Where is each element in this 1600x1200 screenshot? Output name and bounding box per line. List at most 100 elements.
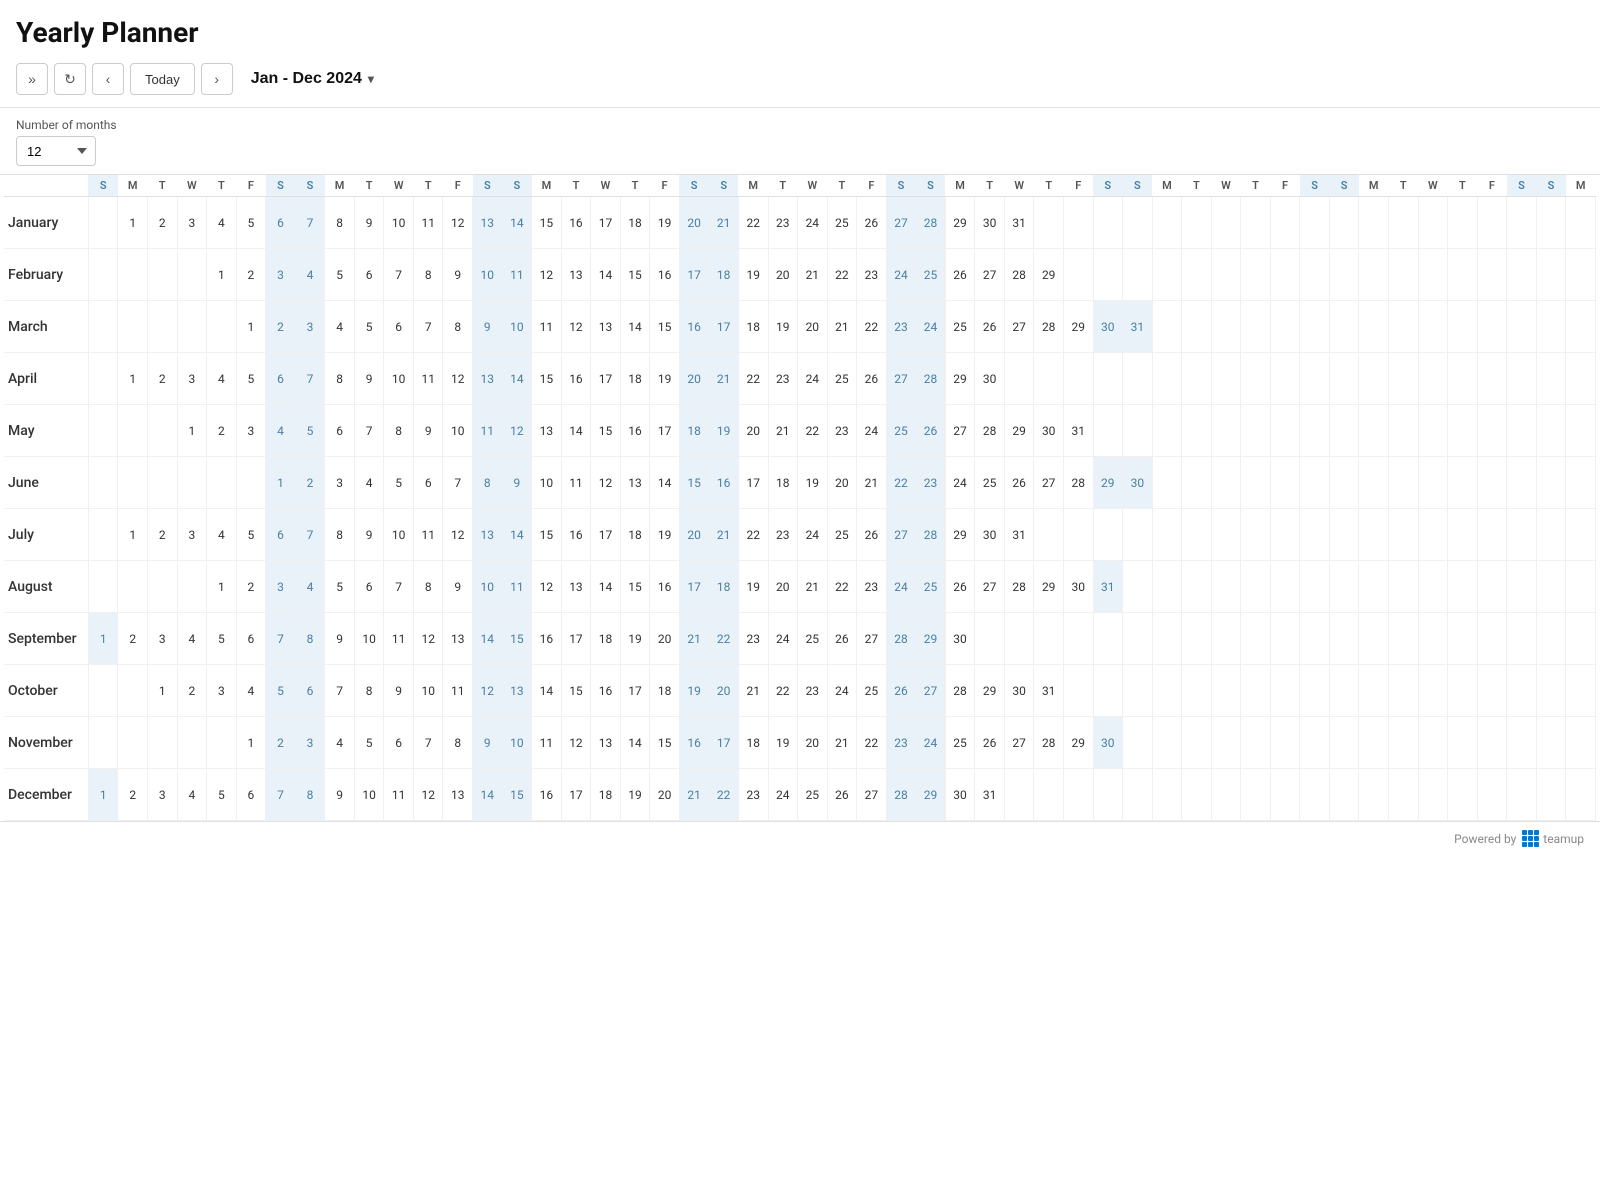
day-cell-july-22[interactable]: 22	[738, 509, 768, 561]
day-cell-april-20[interactable]: 20	[679, 353, 709, 405]
day-cell-july-19[interactable]: 19	[650, 509, 680, 561]
day-cell-january-13[interactable]: 13	[473, 197, 503, 249]
day-cell-march-28[interactable]: 28	[1034, 301, 1064, 353]
day-cell-january-14[interactable]: 14	[502, 197, 532, 249]
day-cell-october-21[interactable]: 21	[738, 665, 768, 717]
day-cell-july-27[interactable]: 27	[886, 509, 916, 561]
day-cell-july-12[interactable]: 12	[443, 509, 473, 561]
day-cell-april-2[interactable]: 2	[148, 353, 178, 405]
day-cell-may-6[interactable]: 6	[325, 405, 355, 457]
day-cell-august-7[interactable]: 7	[384, 561, 414, 613]
day-cell-july-20[interactable]: 20	[679, 509, 709, 561]
day-cell-october-22[interactable]: 22	[768, 665, 798, 717]
day-cell-august-15[interactable]: 15	[620, 561, 650, 613]
day-cell-march-5[interactable]: 5	[354, 301, 384, 353]
day-cell-november-11[interactable]: 11	[532, 717, 562, 769]
day-cell-july-26[interactable]: 26	[857, 509, 887, 561]
day-cell-august-9[interactable]: 9	[443, 561, 473, 613]
day-cell-november-3[interactable]: 3	[295, 717, 325, 769]
day-cell-february-6[interactable]: 6	[354, 249, 384, 301]
day-cell-november-27[interactable]: 27	[1004, 717, 1034, 769]
day-cell-july-11[interactable]: 11	[413, 509, 443, 561]
day-cell-february-9[interactable]: 9	[443, 249, 473, 301]
day-cell-april-5[interactable]: 5	[236, 353, 266, 405]
day-cell-december-14[interactable]: 14	[473, 769, 503, 821]
day-cell-june-30[interactable]: 30	[1123, 457, 1153, 509]
day-cell-february-8[interactable]: 8	[413, 249, 443, 301]
day-cell-november-14[interactable]: 14	[620, 717, 650, 769]
day-cell-february-26[interactable]: 26	[945, 249, 975, 301]
day-cell-august-20[interactable]: 20	[768, 561, 798, 613]
day-cell-march-9[interactable]: 9	[473, 301, 503, 353]
day-cell-may-9[interactable]: 9	[413, 405, 443, 457]
day-cell-july-15[interactable]: 15	[532, 509, 562, 561]
day-cell-september-3[interactable]: 3	[148, 613, 178, 665]
day-cell-november-5[interactable]: 5	[354, 717, 384, 769]
day-cell-september-11[interactable]: 11	[384, 613, 414, 665]
day-cell-september-25[interactable]: 25	[798, 613, 828, 665]
day-cell-january-25[interactable]: 25	[827, 197, 857, 249]
day-cell-august-3[interactable]: 3	[266, 561, 296, 613]
day-cell-november-24[interactable]: 24	[916, 717, 946, 769]
day-cell-february-4[interactable]: 4	[295, 249, 325, 301]
day-cell-october-14[interactable]: 14	[532, 665, 562, 717]
day-cell-october-17[interactable]: 17	[620, 665, 650, 717]
day-cell-december-16[interactable]: 16	[532, 769, 562, 821]
day-cell-august-29[interactable]: 29	[1034, 561, 1064, 613]
day-cell-may-14[interactable]: 14	[561, 405, 591, 457]
day-cell-august-30[interactable]: 30	[1063, 561, 1093, 613]
day-cell-february-7[interactable]: 7	[384, 249, 414, 301]
day-cell-december-31[interactable]: 31	[975, 769, 1005, 821]
day-cell-october-15[interactable]: 15	[561, 665, 591, 717]
day-cell-november-26[interactable]: 26	[975, 717, 1005, 769]
months-select[interactable]: 12 1 2 3 6	[16, 136, 96, 166]
day-cell-september-21[interactable]: 21	[679, 613, 709, 665]
day-cell-april-26[interactable]: 26	[857, 353, 887, 405]
day-cell-january-19[interactable]: 19	[650, 197, 680, 249]
day-cell-october-6[interactable]: 6	[295, 665, 325, 717]
day-cell-september-26[interactable]: 26	[827, 613, 857, 665]
day-cell-february-16[interactable]: 16	[650, 249, 680, 301]
day-cell-may-29[interactable]: 29	[1004, 405, 1034, 457]
day-cell-april-6[interactable]: 6	[266, 353, 296, 405]
day-cell-february-14[interactable]: 14	[591, 249, 621, 301]
day-cell-july-14[interactable]: 14	[502, 509, 532, 561]
day-cell-june-22[interactable]: 22	[886, 457, 916, 509]
day-cell-december-26[interactable]: 26	[827, 769, 857, 821]
day-cell-november-6[interactable]: 6	[384, 717, 414, 769]
day-cell-february-23[interactable]: 23	[857, 249, 887, 301]
day-cell-july-16[interactable]: 16	[561, 509, 591, 561]
day-cell-october-10[interactable]: 10	[413, 665, 443, 717]
day-cell-december-27[interactable]: 27	[857, 769, 887, 821]
day-cell-december-29[interactable]: 29	[916, 769, 946, 821]
day-cell-december-30[interactable]: 30	[945, 769, 975, 821]
day-cell-february-18[interactable]: 18	[709, 249, 739, 301]
day-cell-may-19[interactable]: 19	[709, 405, 739, 457]
day-cell-june-2[interactable]: 2	[295, 457, 325, 509]
day-cell-november-30[interactable]: 30	[1093, 717, 1123, 769]
day-cell-may-31[interactable]: 31	[1063, 405, 1093, 457]
day-cell-november-1[interactable]: 1	[236, 717, 266, 769]
day-cell-august-14[interactable]: 14	[591, 561, 621, 613]
day-cell-february-1[interactable]: 1	[207, 249, 237, 301]
day-cell-december-28[interactable]: 28	[886, 769, 916, 821]
day-cell-september-28[interactable]: 28	[886, 613, 916, 665]
day-cell-august-26[interactable]: 26	[945, 561, 975, 613]
next-button[interactable]: ›	[201, 63, 233, 95]
day-cell-april-18[interactable]: 18	[620, 353, 650, 405]
day-cell-september-6[interactable]: 6	[236, 613, 266, 665]
day-cell-may-20[interactable]: 20	[738, 405, 768, 457]
day-cell-july-21[interactable]: 21	[709, 509, 739, 561]
day-cell-december-8[interactable]: 8	[295, 769, 325, 821]
day-cell-july-30[interactable]: 30	[975, 509, 1005, 561]
day-cell-april-3[interactable]: 3	[177, 353, 207, 405]
day-cell-november-20[interactable]: 20	[798, 717, 828, 769]
day-cell-april-7[interactable]: 7	[295, 353, 325, 405]
day-cell-january-15[interactable]: 15	[532, 197, 562, 249]
day-cell-february-22[interactable]: 22	[827, 249, 857, 301]
day-cell-october-31[interactable]: 31	[1034, 665, 1064, 717]
day-cell-august-1[interactable]: 1	[207, 561, 237, 613]
day-cell-december-9[interactable]: 9	[325, 769, 355, 821]
day-cell-august-27[interactable]: 27	[975, 561, 1005, 613]
day-cell-december-1[interactable]: 1	[88, 769, 118, 821]
